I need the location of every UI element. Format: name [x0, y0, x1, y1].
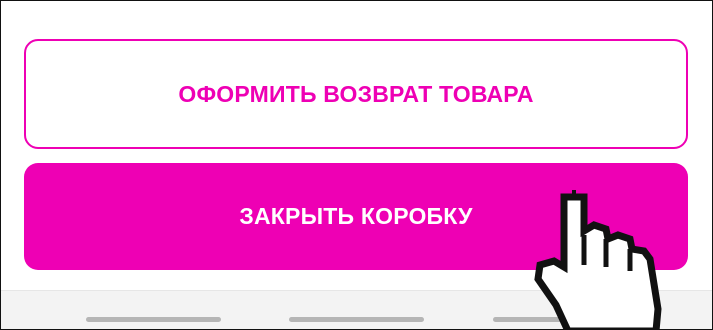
nav-indicator-1 [86, 317, 221, 322]
close-box-label: ЗАКРЫТЬ КОРОБКУ [239, 203, 473, 229]
screen: ОФОРМИТЬ ВОЗВРАТ ТОВАРА ЗАКРЫТЬ КОРОБКУ [0, 0, 713, 330]
return-item-label: ОФОРМИТЬ ВОЗВРАТ ТОВАРА [178, 80, 534, 107]
nav-indicator-2 [289, 317, 424, 322]
hand-pointer-icon [534, 190, 662, 329]
return-item-button[interactable]: ОФОРМИТЬ ВОЗВРАТ ТОВАРА [24, 39, 688, 149]
